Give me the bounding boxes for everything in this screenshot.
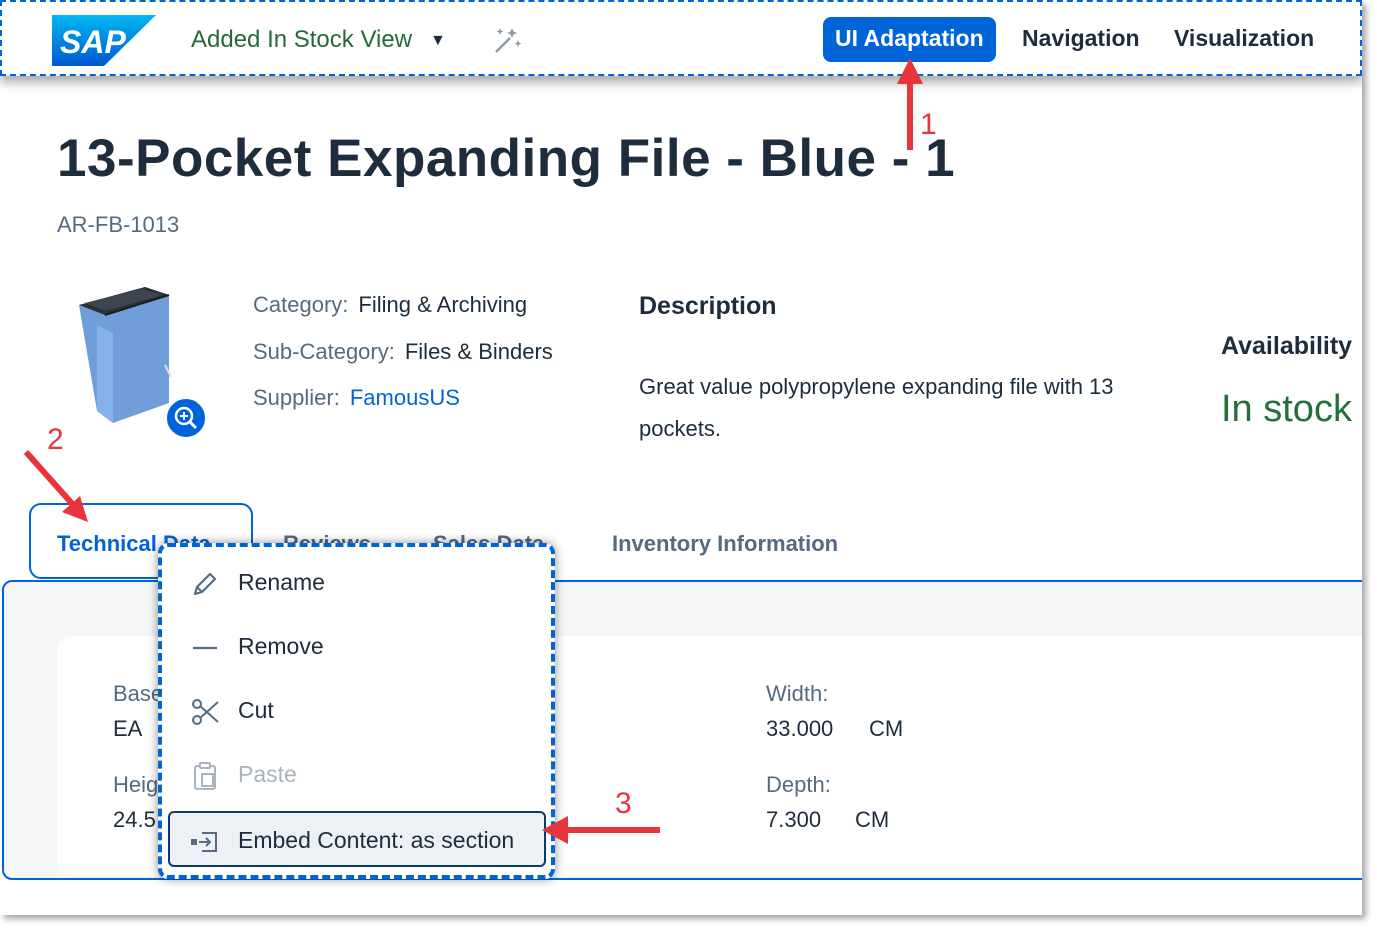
step-number-2: 2 (47, 423, 64, 456)
embed-icon (191, 832, 217, 852)
sap-logo[interactable]: SAP (52, 15, 156, 66)
width-unit: CM (869, 716, 904, 741)
product-image[interactable] (75, 285, 175, 425)
clipboard-icon (194, 762, 216, 790)
magic-wand-icon[interactable] (490, 24, 524, 58)
menu-item-embed-content[interactable]: Embed Content: as section (168, 811, 546, 867)
shell-bar: SAP Added In Stock View ▼ UI Adaptation … (0, 0, 1362, 76)
description-text: Great value polypropylene expanding file… (639, 374, 1114, 441)
svg-text:SAP: SAP (60, 24, 126, 60)
description-heading: Description (639, 292, 777, 320)
app-title[interactable]: Added In Stock View (191, 26, 412, 54)
tab-inventory-information[interactable]: Inventory Information (612, 531, 838, 557)
scissors-icon (192, 699, 219, 725)
menu-item-label: Paste (238, 761, 297, 787)
visualization-button[interactable]: Visualization (1174, 17, 1314, 62)
step-number-1: 1 (920, 108, 937, 141)
attribute-supplier: Supplier: FamousUS (253, 385, 460, 411)
width-label: Width: (766, 681, 829, 706)
zoom-in-button[interactable] (165, 397, 207, 439)
menu-item-label: Rename (238, 569, 325, 595)
menu-item-label: Embed Content: as section (238, 827, 515, 853)
menu-item-label: Cut (238, 697, 274, 723)
minus-icon (193, 646, 217, 650)
attribute-category: Category: Filing & Archiving (253, 292, 527, 318)
ui-adaptation-button[interactable]: UI Adaptation (823, 17, 996, 62)
page-title: 13-Pocket Expanding File - Blue - 1 (57, 129, 956, 188)
attribute-sub-category: Sub-Category: Files & Binders (253, 339, 553, 365)
pencil-icon (193, 572, 217, 596)
category-label: Category: (253, 292, 349, 317)
supplier-link[interactable]: FamousUS (350, 385, 460, 410)
zoom-in-icon (174, 406, 198, 430)
category-value: Filing & Archiving (358, 292, 528, 317)
step-number-3: 3 (615, 787, 632, 820)
navigation-button[interactable]: Navigation (1022, 17, 1140, 62)
page-subtitle: AR-FB-1013 (57, 212, 180, 237)
height-label: Heig (113, 772, 159, 797)
availability-heading: Availability (1221, 332, 1353, 360)
menu-item-paste: Paste (162, 747, 551, 803)
height-value: 24.5 (113, 807, 156, 832)
menu-item-remove[interactable]: Remove (162, 619, 551, 675)
menu-item-rename[interactable]: Rename (162, 555, 551, 611)
depth-unit: CM (855, 807, 890, 832)
depth-value: 7.300 (766, 807, 822, 832)
base-unit-value: EA (113, 716, 143, 741)
width-value: 33.000 (766, 716, 834, 741)
sub-category-label: Sub-Category: (253, 339, 395, 364)
menu-item-label: Remove (238, 633, 324, 659)
menu-item-cut[interactable]: Cut (162, 683, 551, 739)
chevron-down-icon[interactable]: ▼ (430, 32, 446, 50)
base-unit-label: Base (113, 681, 164, 706)
supplier-label: Supplier: (253, 385, 340, 410)
availability-status: In stock (1221, 388, 1352, 430)
depth-label: Depth: (766, 772, 831, 797)
app-window: SAP Added In Stock View ▼ UI Adaptation … (0, 0, 1362, 915)
context-menu: Rename Remove Cut Paste Embed Content: a… (158, 543, 555, 879)
sub-category-value: Files & Binders (404, 339, 553, 364)
